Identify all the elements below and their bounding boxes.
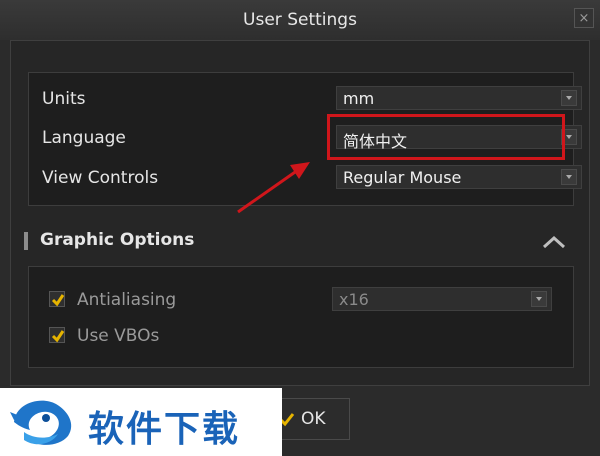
antialiasing-value: x16 [339,290,369,309]
graphic-options-panel: Antialiasing x16 Use VBOs [28,266,574,368]
view-controls-label: View Controls [42,168,159,188]
units-value: mm [343,89,375,108]
chevron-down-icon [531,291,547,307]
watermark-text: 软件下载 [88,409,241,450]
section-marker [24,232,28,250]
title-bar: User Settings × [0,0,600,40]
checkmark-icon [51,294,65,307]
chevron-down-icon [561,90,577,106]
collapse-button[interactable] [540,232,568,252]
ok-label: OK [301,409,326,429]
view-controls-dropdown[interactable]: Regular Mouse [336,165,582,189]
watermark-logo: 软件下载 [0,388,282,456]
checkmark-icon [51,330,65,343]
window-title: User Settings [243,10,357,30]
language-label: Language [42,128,126,148]
dragon-logo-icon [10,400,72,445]
antialiasing-label: Antialiasing [77,290,177,310]
use-vbos-label: Use VBOs [77,326,160,346]
close-icon: × [578,11,590,26]
graphic-options-title: Graphic Options [40,230,195,250]
close-button[interactable]: × [574,8,594,28]
annotation-highlight-box [327,114,565,160]
units-label: Units [42,89,86,109]
view-controls-value: Regular Mouse [343,168,462,187]
antialiasing-checkbox[interactable] [49,291,65,307]
chevron-up-icon [542,235,566,249]
antialiasing-dropdown[interactable]: x16 [332,287,552,311]
annotation-arrow [237,162,310,214]
chevron-down-icon [561,169,577,185]
use-vbos-checkbox[interactable] [49,327,65,343]
units-dropdown[interactable]: mm [336,86,582,110]
